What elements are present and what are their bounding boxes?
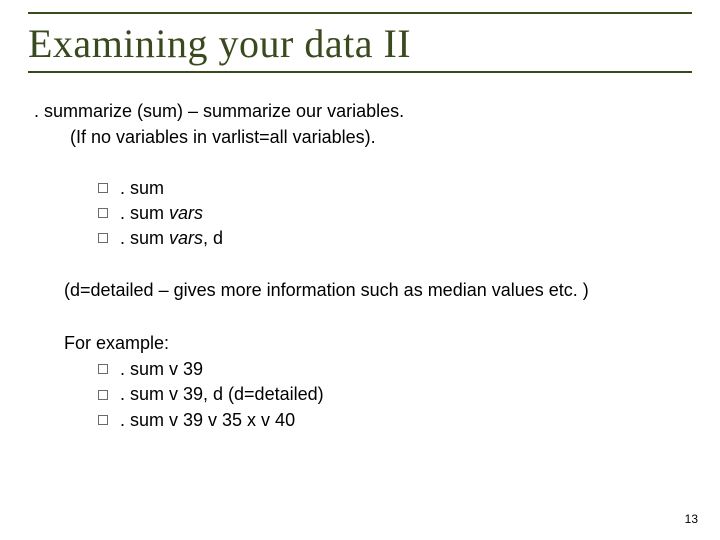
lead-dash: – [188,101,203,121]
lead-line: . summarize (sum) – summarize our variab… [34,99,692,123]
lead-subline: (If no variables in varlist=all variable… [70,125,692,149]
arg-text: vars [169,203,203,223]
rule-top [28,12,692,14]
bullet-text: . sum vars, d [120,226,223,250]
cmd-text: . sum [120,203,169,223]
bullet-text: . sum v 39 v 35 x v 40 [120,408,295,432]
opt-text: , d [203,228,223,248]
bullet-row: . sum vars [98,201,692,225]
bullet-row: . sum vars, d [98,226,692,250]
cmd-text: . sum [120,228,169,248]
bullet-text: . sum v 39, d (d=detailed) [120,382,324,406]
bullet-text: . sum [120,176,164,200]
square-bullet-icon [98,208,108,218]
arg-text: vars [169,228,203,248]
note-line: (d=detailed – gives more information suc… [64,278,692,302]
bullet-text: . sum vars [120,201,203,225]
square-bullet-icon [98,183,108,193]
square-bullet-icon [98,390,108,400]
example-bullets: . sum v 39 . sum v 39, d (d=detailed) . … [98,357,692,432]
for-example-label: For example: [64,331,692,355]
body: . summarize (sum) – summarize our variab… [28,99,692,432]
bullet-row: . sum [98,176,692,200]
rule-bottom [28,71,692,73]
page-number: 13 [685,512,698,526]
lead-prefix: . summarize (sum) [34,101,188,121]
square-bullet-icon [98,233,108,243]
slide-title: Examining your data II [28,20,692,67]
bullet-text: . sum v 39 [120,357,203,381]
bullet-row: . sum v 39 [98,357,692,381]
bullet-row: . sum v 39 v 35 x v 40 [98,408,692,432]
square-bullet-icon [98,415,108,425]
square-bullet-icon [98,364,108,374]
lead-rest: summarize our variables. [203,101,404,121]
bullet-row: . sum v 39, d (d=detailed) [98,382,692,406]
syntax-bullets: . sum . sum vars . sum vars, d [98,176,692,251]
